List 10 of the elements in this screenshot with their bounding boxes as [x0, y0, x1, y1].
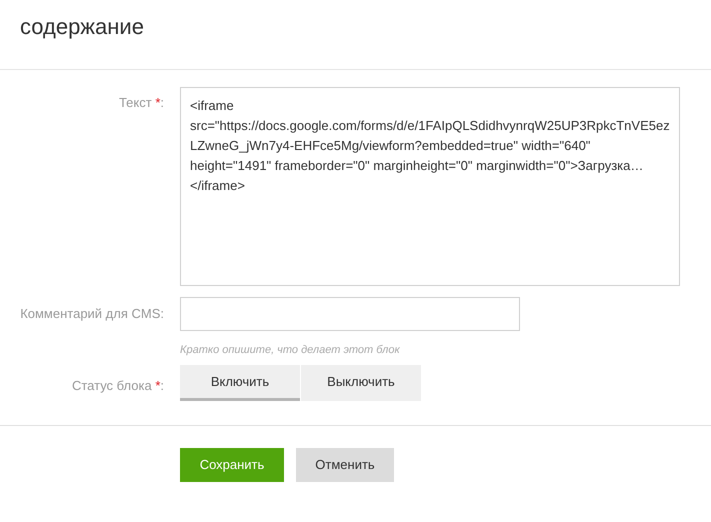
hint-text: Кратко опишите, что делает этот блок	[180, 344, 400, 356]
page-title: содержание	[20, 13, 144, 41]
field-label: Статус блока *:	[72, 378, 164, 394]
text-area[interactable]: <iframe src="https://docs.google.com/forms/d/e/1FAIpQLSdidhvynrqW25UP3RpkcTnVE5ezLZwneG_jWn7y4-EHFce5Mg/viewform?embedded=true" width="640" height="1491" frameborder="0" marginheight="0" marginwidth="0">Загрузка…</iframe>	[180, 87, 680, 286]
field-label: Текст *:	[118, 95, 164, 110]
comment-input-field[interactable]	[180, 297, 520, 331]
cancel-button[interactable]: Отменить	[296, 448, 394, 482]
toggle-tab[interactable]: Выключить	[301, 365, 421, 401]
toggle-tab[interactable]: Включить	[180, 365, 300, 401]
field-label: Комментарий для CMS:	[20, 306, 164, 322]
